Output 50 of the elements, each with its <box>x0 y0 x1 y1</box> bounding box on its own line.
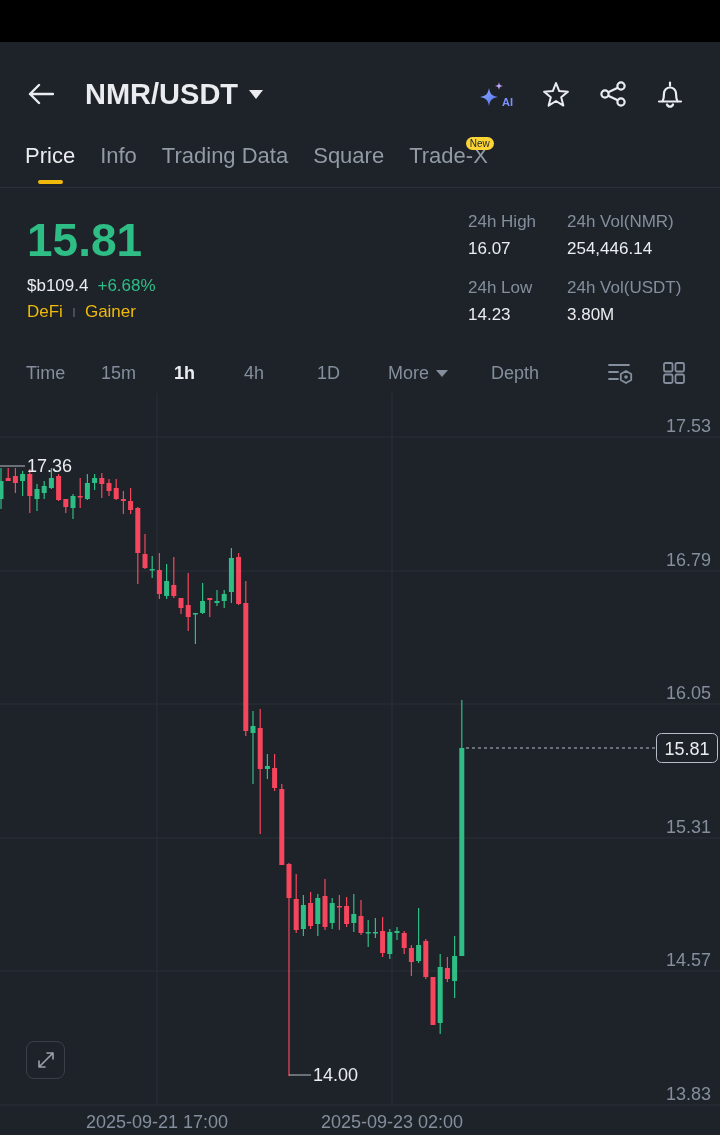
fiat-price: $b109.4 <box>27 275 89 297</box>
price-marker-label: 14.00 <box>313 1065 359 1085</box>
last-price-tag: 15.81 <box>656 733 718 763</box>
stat-value: 3.80M <box>567 305 615 325</box>
stat-value: 14.23 <box>468 305 511 325</box>
new-badge: New <box>465 137 494 150</box>
interval-tab[interactable]: 15m <box>101 362 136 384</box>
tab[interactable]: Square <box>313 136 385 168</box>
leader-line <box>288 1074 312 1076</box>
stat-label: 24h Vol(NMR) <box>567 212 674 232</box>
pair-selector[interactable]: NMR/USDT <box>85 77 264 111</box>
tab[interactable]: Info <box>100 136 137 168</box>
price-axis-label: 16.79 <box>665 550 711 570</box>
bell-icon[interactable] <box>656 80 684 108</box>
interval-tab[interactable]: Time <box>26 362 66 384</box>
grid-icon[interactable] <box>663 362 685 384</box>
tab[interactable]: Price <box>25 136 76 184</box>
expand-button[interactable] <box>26 1041 65 1079</box>
interval-tab[interactable]: 1D <box>317 362 340 384</box>
tab[interactable]: Trading Data <box>161 136 289 168</box>
interval-tab[interactable]: 1h <box>174 362 195 384</box>
stat-value: 16.07 <box>468 239 511 259</box>
time-axis-label: 2025-09-23 02:00 <box>320 1112 464 1132</box>
ai-button[interactable]: AI <box>478 80 513 108</box>
price-axis-label: 15.31 <box>665 817 711 837</box>
stat-label: 24h Vol(USDT) <box>567 278 682 298</box>
back-arrow-icon[interactable] <box>28 83 54 105</box>
stat-label: 24h Low <box>468 278 533 298</box>
share-icon[interactable] <box>599 80 627 108</box>
leader-line <box>0 465 26 467</box>
price-axis-label: 17.53 <box>665 416 711 436</box>
star-icon[interactable] <box>542 80 570 108</box>
category-tag[interactable]: DeFi <box>27 302 63 322</box>
time-axis-label: 2025-09-21 17:00 <box>85 1112 229 1132</box>
caret-down-icon <box>249 89 264 99</box>
price-marker-label: 17.36 <box>27 456 73 476</box>
last-price: 15.81 <box>27 216 144 264</box>
stat-label: 24h High <box>468 212 537 232</box>
depth-tab[interactable]: Depth <box>491 362 540 384</box>
interval-tab[interactable]: 4h <box>244 362 265 384</box>
price-axis-label: 16.05 <box>665 683 711 703</box>
more-menu[interactable]: More <box>388 362 448 384</box>
expand-icon <box>36 1051 55 1069</box>
price-axis-label: 14.57 <box>665 950 711 970</box>
stat-value: 254,446.14 <box>567 239 653 259</box>
caret-down-icon <box>436 369 448 377</box>
category-tag[interactable]: Gainer <box>84 302 136 322</box>
list-settings-icon[interactable] <box>608 362 633 384</box>
price-change: +6.68% <box>97 275 156 297</box>
price-axis-label: 13.83 <box>665 1084 711 1104</box>
